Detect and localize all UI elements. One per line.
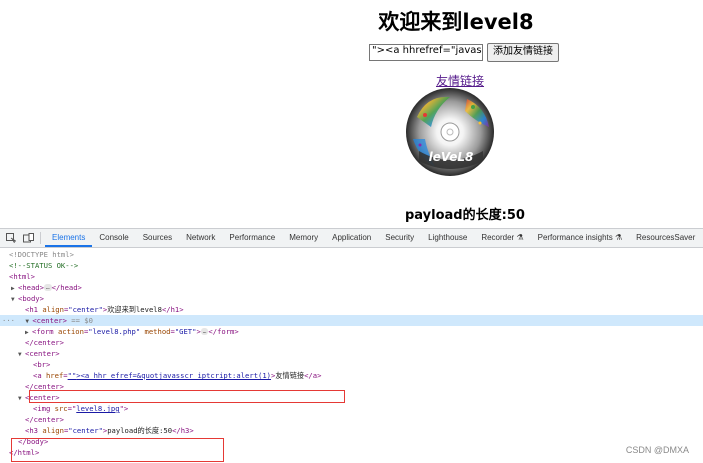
dom-line-html[interactable]: <html> bbox=[9, 271, 703, 282]
tab-network[interactable]: Network bbox=[179, 229, 222, 247]
dom-line-center3-close[interactable]: </center> bbox=[25, 414, 703, 425]
dom-line-doctype[interactable]: <!DOCTYPE html> bbox=[9, 249, 703, 260]
highlight-box-h3 bbox=[11, 438, 224, 462]
devtools-tabbar: Elements Console Sources Network Perform… bbox=[0, 229, 703, 248]
tab-security[interactable]: Security bbox=[378, 229, 421, 247]
highlight-box-anchor bbox=[29, 390, 345, 403]
dom-line-center-selected[interactable]: ··· ▼ <center> == $0 bbox=[0, 315, 703, 326]
add-link-button[interactable]: 添加友情链接 bbox=[487, 43, 559, 62]
tab-lighthouse[interactable]: Lighthouse bbox=[421, 229, 474, 247]
tab-application[interactable]: Application bbox=[325, 229, 378, 247]
inspect-icon[interactable] bbox=[5, 232, 17, 244]
level8-disc-image: leVeL8 bbox=[406, 88, 494, 176]
dom-line-br[interactable]: <br> bbox=[33, 359, 703, 370]
dom-line-h1[interactable]: <h1 align="center">欢迎来到level8</h1> bbox=[25, 304, 703, 315]
tab-performance[interactable]: Performance bbox=[222, 229, 282, 247]
page-title: 欢迎来到level8 bbox=[378, 10, 534, 34]
expanded-triangle-icon[interactable]: ▼ bbox=[11, 294, 18, 305]
device-toggle-icon[interactable] bbox=[22, 232, 34, 244]
tab-resources-saver[interactable]: ResourcesSaver bbox=[629, 229, 702, 247]
expanded-triangle-icon[interactable]: ▼ bbox=[18, 393, 25, 404]
dom-line-comment[interactable]: <!--STATUS OK--> bbox=[9, 260, 703, 271]
dom-line-form[interactable]: ▶ <form action="level8.php" method="GET">… bbox=[25, 326, 703, 337]
dom-line-center2[interactable]: ▼ <center> bbox=[18, 348, 703, 359]
tab-memory[interactable]: Memory bbox=[282, 229, 325, 247]
keyword-input[interactable]: "><a hhrefref="javascripto bbox=[369, 44, 483, 61]
dom-line-head[interactable]: ▶ <head>… </head> bbox=[11, 282, 703, 293]
tab-sources[interactable]: Sources bbox=[136, 229, 179, 247]
tab-performance-insights[interactable]: Performance insights ⚗ bbox=[531, 229, 630, 247]
dom-line-anchor[interactable]: <a href=""><a hhr efref=&quotjavasscr ip… bbox=[33, 370, 703, 381]
devtools-panel: Elements Console Sources Network Perform… bbox=[0, 228, 703, 463]
dom-line-h3[interactable]: <h3 align="center">payload的长度:50</h3> bbox=[25, 425, 703, 436]
tab-console[interactable]: Console bbox=[92, 229, 135, 247]
dom-line-body[interactable]: ▼ <body> bbox=[11, 293, 703, 304]
tab-elements[interactable]: Elements bbox=[45, 229, 93, 247]
watermark: CSDN @DMXA bbox=[625, 445, 689, 455]
payload-length: payload的长度:50 bbox=[405, 208, 525, 223]
tabbar-separator bbox=[40, 232, 41, 244]
ellipsis-icon[interactable]: … bbox=[43, 284, 52, 291]
svg-text:leVeL8: leVeL8 bbox=[429, 150, 474, 164]
elements-tree: <!DOCTYPE html> <!--STATUS OK--> <html> … bbox=[0, 249, 703, 463]
page-viewport: 欢迎来到level8 "><a hhrefref="javascripto 添加… bbox=[0, 0, 703, 228]
search-form: "><a hhrefref="javascripto 添加友情链接 bbox=[369, 43, 559, 62]
dom-line-center-close[interactable]: </center> bbox=[25, 337, 703, 348]
expanded-triangle-icon[interactable]: ▼ bbox=[18, 349, 25, 360]
tab-recorder[interactable]: Recorder ⚗ bbox=[474, 229, 530, 247]
dom-line-img[interactable]: <img src="level8.jpg"> bbox=[33, 403, 703, 414]
